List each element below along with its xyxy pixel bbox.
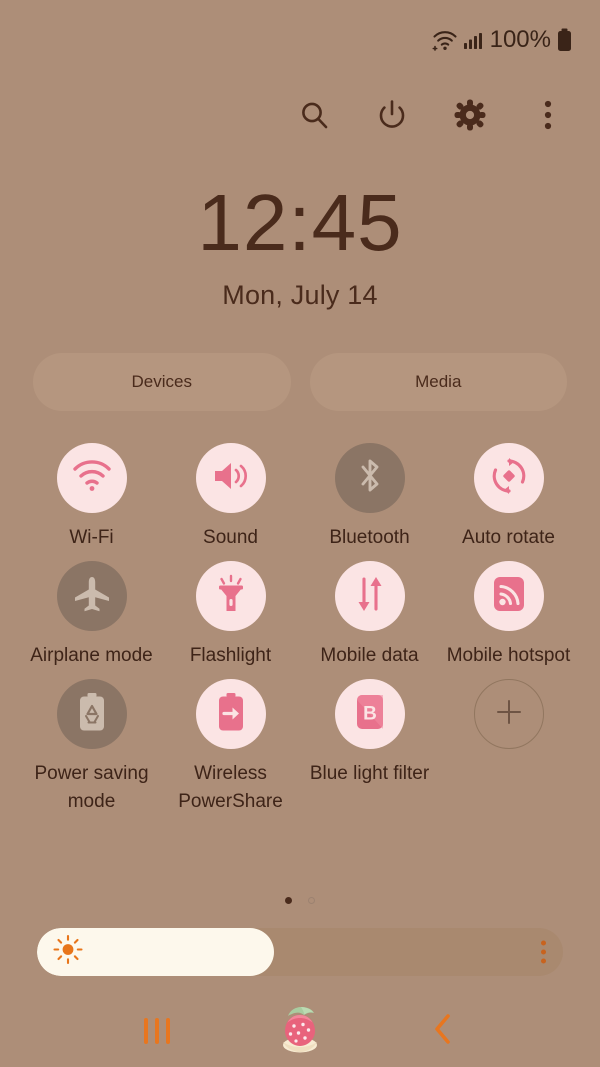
brightness-sun-icon [53,934,83,970]
overflow-menu-icon [541,940,546,946]
toggle-mobile-hotspot[interactable]: Mobile hotspot [439,561,578,670]
mobile-hotspot-icon [491,574,527,619]
brightness-track[interactable] [37,928,563,976]
wifi-icon [72,459,112,498]
battery-percent-label: 100% [489,26,551,53]
toggle-power-saving-mode[interactable]: Power saving mode [22,679,161,816]
settings-button[interactable] [450,97,490,137]
blue-light-filter-icon: B [353,692,387,737]
airplane-icon [72,574,112,619]
overflow-menu-icon [541,958,546,964]
toggle-flashlight-circle [195,561,266,631]
more-options-button[interactable] [528,97,568,137]
add-icon [492,695,526,734]
toggle-mobile-data[interactable]: Mobile data [300,561,439,670]
navigation-bar [0,995,600,1067]
toggle-flashlight[interactable]: Flashlight [161,561,300,670]
toggle-wifi[interactable]: Wi-Fi [22,443,161,552]
toggle-airplane-mode-circle [56,561,127,631]
svg-text:B: B [363,703,377,724]
clock-date: Mon, July 14 [222,280,378,310]
sound-icon [211,458,251,499]
quick-toggle-grid: Wi-Fi Sound Bluetooth Auto rotate Airpla… [22,443,578,816]
overflow-menu-icon [541,949,546,955]
back-button[interactable] [416,1004,470,1058]
back-chevron-icon [430,1012,456,1051]
search-button[interactable] [294,97,334,137]
home-button[interactable] [273,1004,327,1058]
toggle-mobile-hotspot-circle [473,561,544,631]
battery-full-icon [557,28,572,52]
toggle-bluetooth[interactable]: Bluetooth [300,443,439,552]
toggle-mobile-data-circle [334,561,405,631]
quick-settings-panel: 100% 12:45 Mon, July 14 Devices Media Wi… [0,0,600,1067]
power-saving-icon [77,692,107,737]
add-toggle-button[interactable] [439,679,578,816]
toggle-auto-rotate[interactable]: Auto rotate [439,443,578,552]
toggle-wireless-powershare-circle [195,679,266,749]
toggle-wireless-powershare-label: Wireless PowerShare [178,763,283,812]
toggle-mobile-data-label: Mobile data [320,645,419,666]
toggle-bluetooth-circle [334,443,405,513]
toggle-wifi-label: Wi-Fi [69,527,114,548]
toggle-airplane-mode-label: Airplane mode [30,645,153,666]
search-icon [298,99,330,136]
page-dot-1[interactable] [285,897,292,904]
bluetooth-icon [354,456,386,501]
devices-button[interactable]: Devices [33,353,291,411]
gear-icon [454,99,486,136]
toggle-blue-light-filter[interactable]: B Blue light filter [300,679,439,816]
toggle-wifi-circle [56,443,127,513]
page-indicator [0,897,600,904]
toggle-power-saving-mode-circle [56,679,127,749]
mobile-data-icon [351,575,389,618]
power-icon [376,99,408,136]
clock-widget[interactable]: 12:45 Mon, July 14 [0,180,600,311]
wifi-icon [432,29,458,51]
toggle-auto-rotate-label: Auto rotate [462,527,555,548]
toggle-bluetooth-label: Bluetooth [329,527,410,548]
status-bar: 100% [0,0,600,80]
toggle-blue-light-filter-circle: B [334,679,405,749]
add-toggle-circle [473,679,544,749]
toggle-mobile-hotspot-label: Mobile hotspot [446,645,571,666]
recents-icon [144,1018,170,1044]
power-button[interactable] [372,97,412,137]
toggle-sound-circle [195,443,266,513]
strawberry-home-icon [277,1004,323,1059]
toggle-wireless-powershare[interactable]: Wireless PowerShare [161,679,300,816]
media-button[interactable]: Media [309,353,567,411]
brightness-slider[interactable] [37,928,563,976]
overflow-menu-icon [543,99,553,136]
cellular-signal-icon [463,30,483,50]
recents-button[interactable] [130,1004,184,1058]
toggle-auto-rotate-circle [473,443,544,513]
page-dot-2[interactable] [308,897,315,904]
wireless-powershare-icon [216,692,246,737]
toggle-power-saving-mode-label: Power saving mode [34,763,149,812]
toggle-blue-light-filter-label: Blue light filter [309,763,430,784]
toggle-airplane-mode[interactable]: Airplane mode [22,561,161,670]
clock-time: 12:45 [197,178,403,267]
quick-settings-header [0,88,600,146]
toggle-flashlight-label: Flashlight [189,645,272,666]
flashlight-icon [214,574,248,619]
toggle-sound-label: Sound [203,527,258,548]
toggle-sound[interactable]: Sound [161,443,300,552]
auto-rotate-icon [489,456,529,501]
brightness-options-button[interactable] [541,940,546,964]
devices-media-row: Devices Media [33,353,567,411]
